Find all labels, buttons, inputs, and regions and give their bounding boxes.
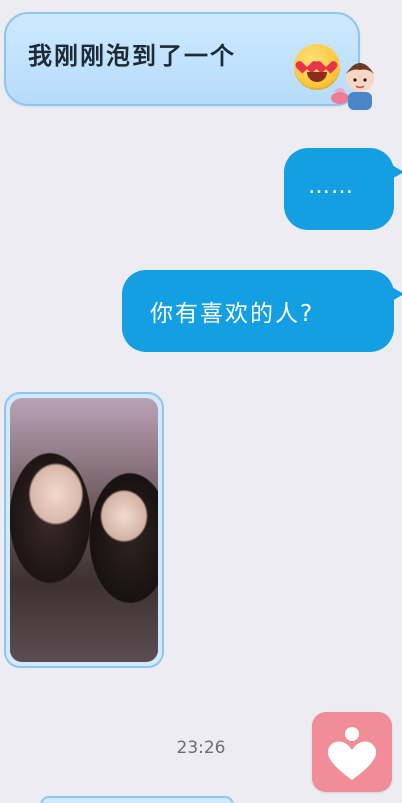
- bubble-tail: [390, 164, 402, 180]
- incoming-photo-message[interactable]: [4, 392, 164, 668]
- incoming-message-text: 我刚刚泡到了一个: [28, 42, 236, 70]
- heart-action-button[interactable]: [312, 712, 392, 792]
- chat-thread: 我刚刚泡到了一个 …… 你有喜欢的人? 23:26: [0, 0, 402, 803]
- outgoing-message-text: 你有喜欢的人?: [150, 301, 315, 327]
- outgoing-message-text: ……: [308, 174, 354, 199]
- bubble-tail: [390, 286, 402, 302]
- heart-person-icon: [327, 727, 377, 780]
- outgoing-message-bubble[interactable]: ……: [284, 148, 402, 230]
- boy-sticker-icon: [331, 63, 374, 110]
- outgoing-message-bubble[interactable]: 你有喜欢的人?: [122, 270, 402, 352]
- incoming-message-bubble[interactable]: 我刚刚泡到了一个: [4, 12, 360, 106]
- photo-image[interactable]: [10, 398, 158, 662]
- next-incoming-bubble[interactable]: [40, 796, 234, 803]
